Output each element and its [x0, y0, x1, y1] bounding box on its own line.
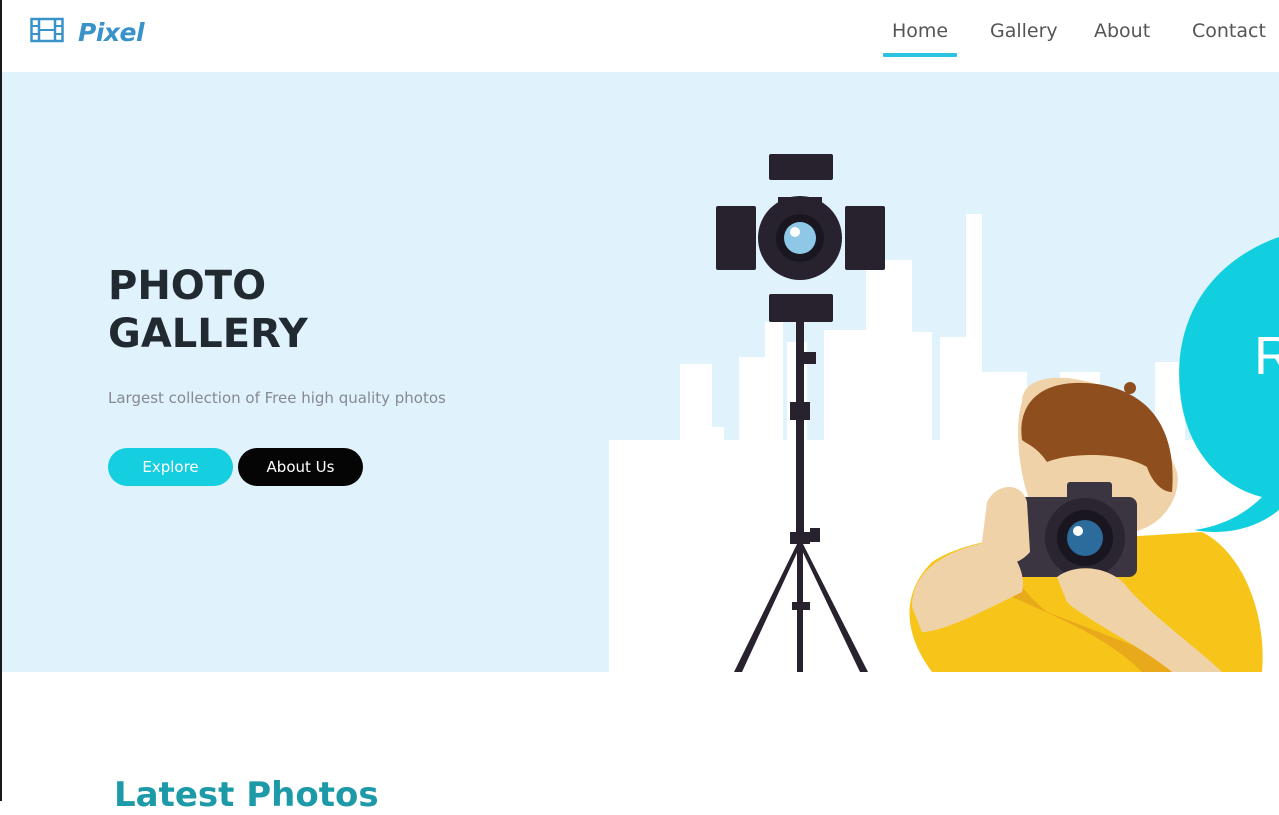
logo[interactable]: Pixel [30, 17, 145, 48]
latest-photos-title: Latest Photos [114, 775, 379, 815]
nav-about[interactable]: About [1094, 20, 1150, 42]
nav-contact[interactable]: Contact [1192, 20, 1266, 42]
bubble-text: R [1254, 326, 1279, 386]
photographer-illustration: R [609, 154, 1279, 672]
nav-home[interactable]: Home [882, 20, 958, 57]
navbar: Pixel Home Gallery About Contact [2, 0, 1279, 72]
film-icon [30, 17, 64, 48]
about-us-button[interactable]: About Us [238, 448, 363, 486]
brand-name: Pixel [78, 18, 145, 47]
hero-title: PHOTO GALLERY [108, 263, 308, 357]
hero-section: PHOTO GALLERY Largest collection of Free… [2, 72, 1279, 672]
explore-button[interactable]: Explore [108, 448, 233, 486]
nav-gallery[interactable]: Gallery [990, 20, 1058, 42]
hero-subtitle: Largest collection of Free high quality … [108, 389, 446, 407]
